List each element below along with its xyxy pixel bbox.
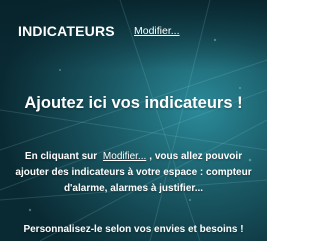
widget-title: INDICATEURS <box>18 23 115 39</box>
description: En cliquant sur Modifier..., vous allez … <box>10 149 257 197</box>
description-text-before: En cliquant sur <box>24 151 98 162</box>
headline: Ajoutez ici vos indicateurs ! <box>24 94 243 112</box>
description-modify-link[interactable]: Modifier... <box>100 151 149 162</box>
widget-header: INDICATEURS Modifier... <box>0 0 267 52</box>
modify-link[interactable]: Modifier... <box>134 25 180 37</box>
footer-text: Personnalisez-le selon vos envies et bes… <box>23 224 244 235</box>
indicators-widget: INDICATEURS Modifier... Ajoutez ici vos … <box>0 0 267 241</box>
